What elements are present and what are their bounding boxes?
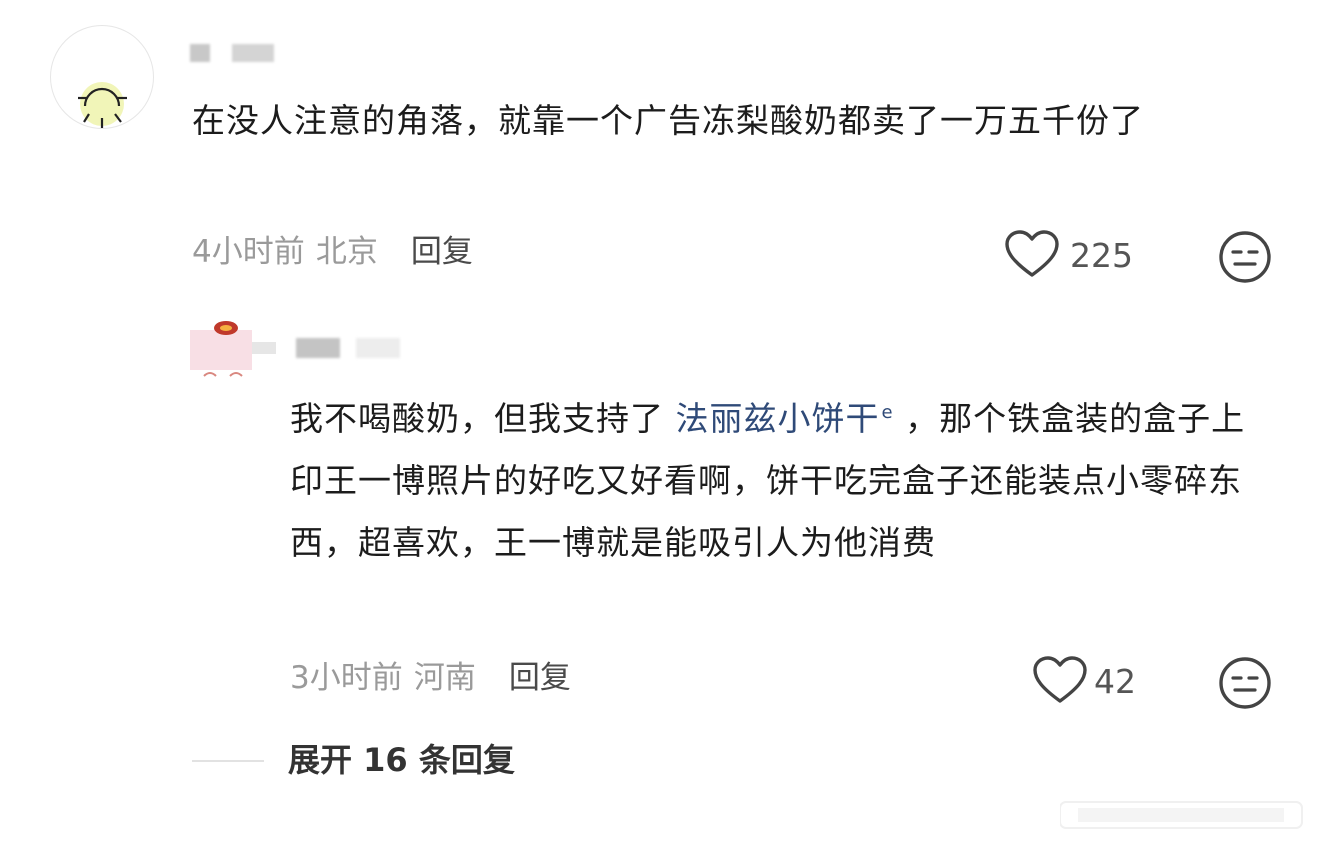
reply-reply-button[interactable]: 回复: [509, 660, 571, 696]
sun-avatar-icon: [78, 82, 127, 128]
username-redacted[interactable]: [190, 44, 210, 62]
expand-replies-button[interactable]: 展开 16 条回复: [288, 740, 515, 780]
comment-time: 4小时前: [192, 234, 305, 270]
reply-text: 我不喝酸奶，但我支持了 法丽兹小饼干 𝖾 ，那个铁盒装的盒子上印王一博照片的好吃又…: [290, 382, 1256, 574]
reply-meta: 3小时前 河南 回复: [290, 658, 571, 698]
neutral-face-icon: [1219, 231, 1271, 283]
comment-meta: 4小时前 北京 回复: [192, 232, 473, 272]
reply-like-count: 42: [1094, 662, 1136, 701]
reply-button[interactable]: 回复: [411, 234, 473, 270]
username-redacted-2: [232, 44, 274, 62]
reply-location: 河南: [413, 660, 476, 696]
reply-like-button[interactable]: [1032, 656, 1088, 706]
react-button[interactable]: [1218, 230, 1272, 284]
comment-text: 在没人注意的角落，就靠一个广告冻梨酸奶都卖了一万五千份了: [192, 101, 1144, 140]
heart-outline-icon: [1005, 230, 1059, 277]
product-link[interactable]: 法丽兹小饼干: [676, 399, 880, 438]
reply-avatar[interactable]: [190, 318, 276, 382]
avatar[interactable]: [50, 25, 154, 129]
reply-time: 3小时前: [290, 660, 403, 696]
reply-avatar-icon: [190, 318, 276, 382]
reply-username-redacted-2: [356, 338, 400, 358]
reply-username-redacted[interactable]: [296, 338, 340, 358]
like-count: 225: [1070, 236, 1133, 275]
expand-divider: [192, 760, 264, 762]
heart-outline-icon: [1033, 656, 1087, 703]
neutral-face-icon: [1219, 657, 1271, 709]
reply-text-before: 我不喝酸奶，但我支持了: [290, 399, 676, 438]
watermark-icon: [1059, 801, 1303, 829]
comment-location: 北京: [315, 234, 378, 270]
search-icon[interactable]: 𝖾: [882, 402, 894, 423]
reply-react-button[interactable]: [1218, 656, 1272, 710]
watermark: [1059, 798, 1310, 838]
like-button[interactable]: [1004, 230, 1060, 280]
